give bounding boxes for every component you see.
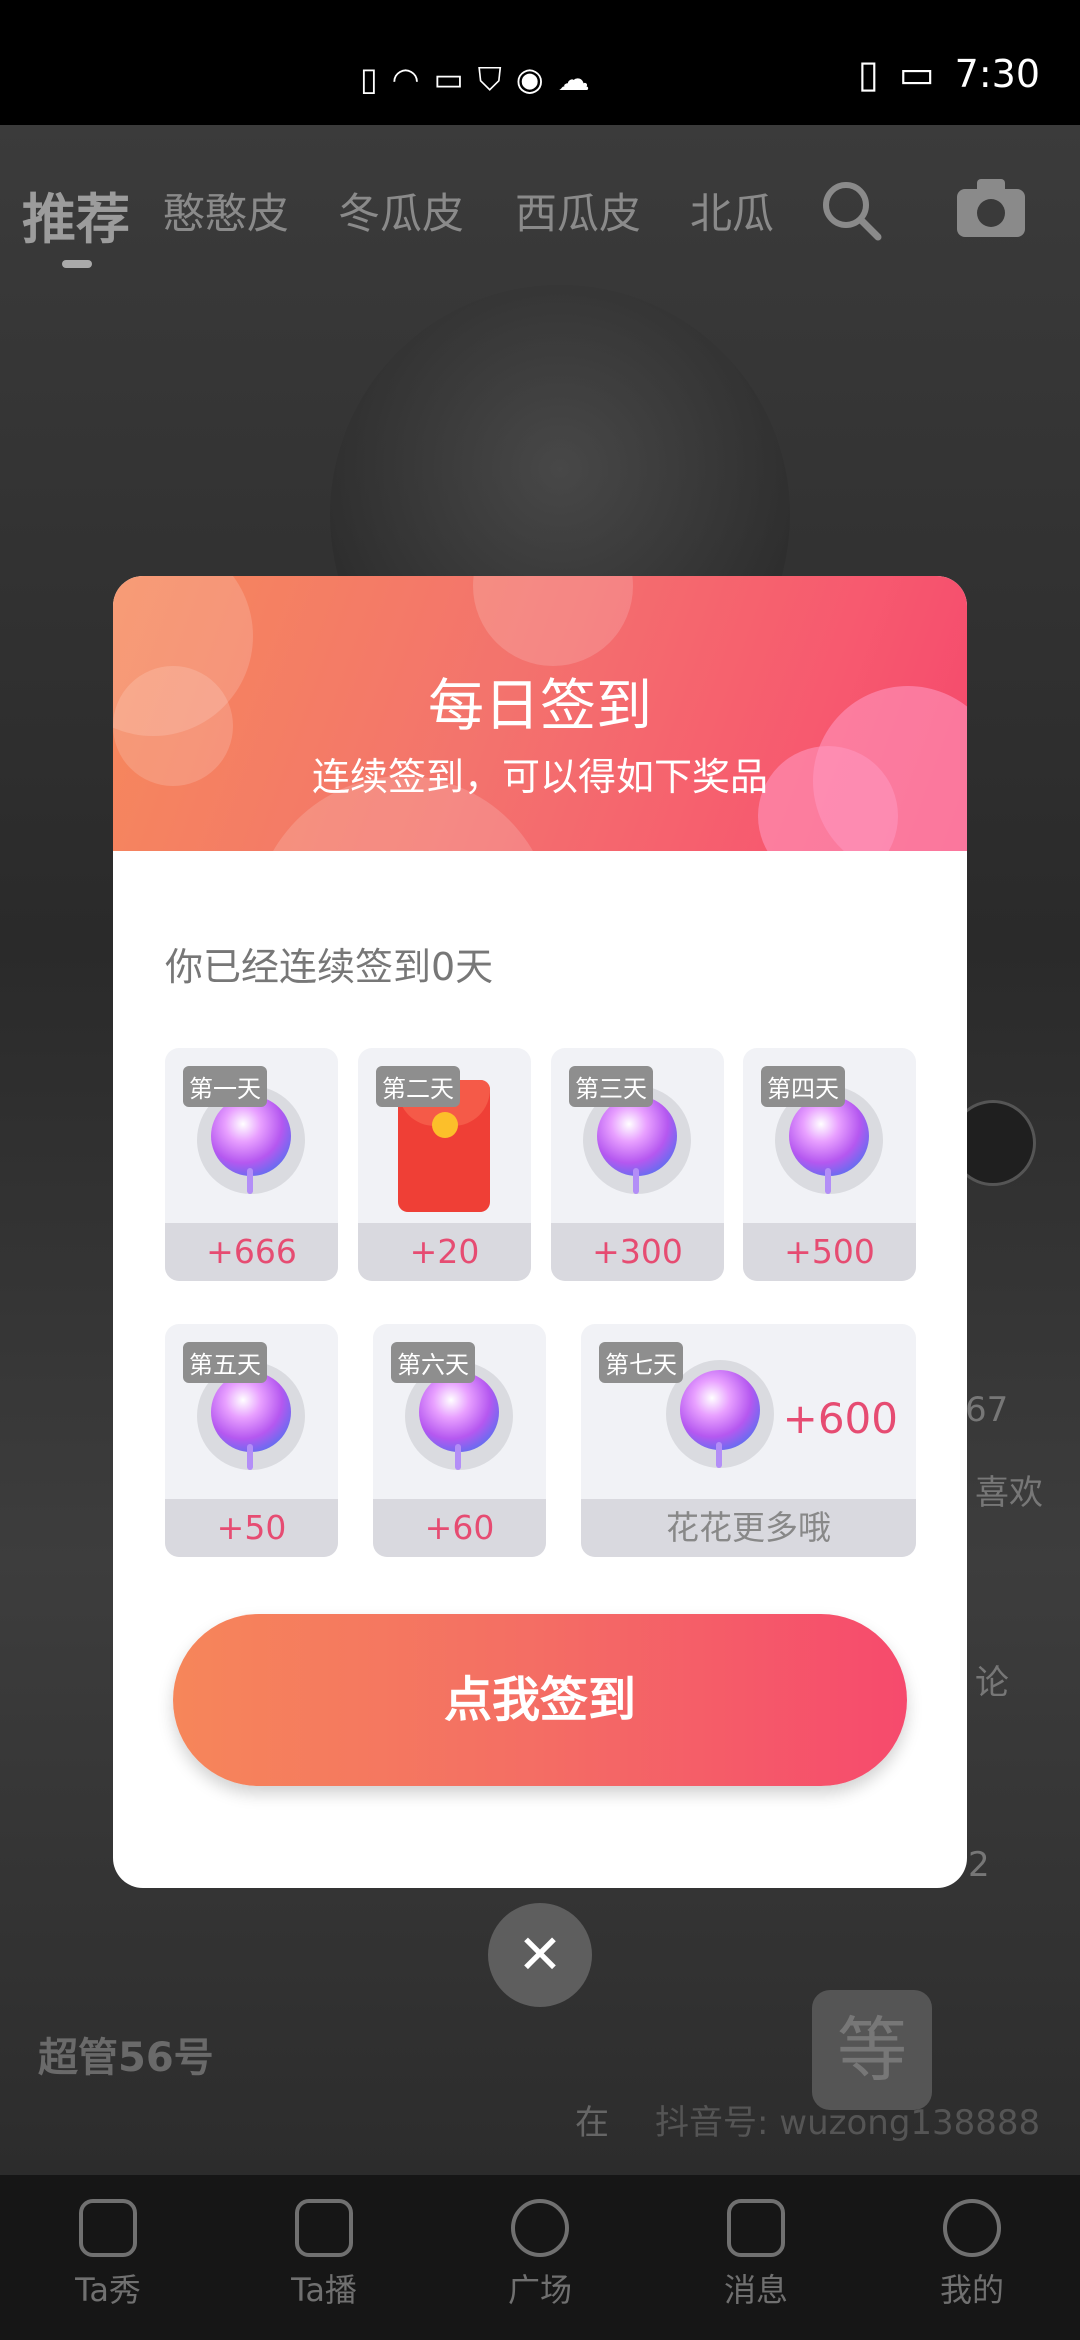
- day-label: 第三天: [569, 1066, 653, 1107]
- dialog-subtitle: 连续签到，可以得如下奖品: [311, 755, 768, 799]
- shield-icon: ⛉: [477, 60, 502, 98]
- tab-indicator: [62, 260, 92, 268]
- share-count: 2: [968, 1845, 990, 1885]
- close-icon[interactable]: ✕: [488, 1903, 592, 2007]
- day-label: 第五天: [183, 1342, 267, 1383]
- tab-xiguapi[interactable]: 西瓜皮: [515, 180, 641, 241]
- daily-checkin-dialog: 每日签到 连续签到，可以得如下奖品 你已经连续签到0天 第一天 +666 第二天…: [113, 576, 967, 1888]
- day-label: 第二天: [376, 1066, 460, 1107]
- day-label: 第一天: [183, 1066, 267, 1107]
- decor-cloud: [473, 576, 633, 666]
- profile-icon: [943, 2199, 1001, 2257]
- reward-card-day6: 第六天 +60: [373, 1324, 546, 1557]
- reward-amount: +600: [782, 1394, 898, 1443]
- dialog-title: 每日签到: [428, 674, 652, 739]
- day-label: 第七天: [599, 1342, 683, 1383]
- plaza-icon: [511, 2199, 569, 2257]
- reward-card-day4: 第四天 +500: [743, 1048, 916, 1281]
- comment-label: 论: [975, 1663, 1009, 1703]
- tab-dongguapi[interactable]: 冬瓜皮: [338, 180, 464, 241]
- likes-count: 67: [965, 1390, 1009, 1430]
- nav-ta-show[interactable]: Ta秀: [0, 2175, 216, 2340]
- camera-icon[interactable]: [955, 177, 1027, 243]
- dialog-header: 每日签到 连续签到，可以得如下奖品: [113, 576, 967, 851]
- reward-footer: 花花更多哦: [581, 1499, 916, 1557]
- reward-amount: +500: [743, 1223, 916, 1281]
- live-icon: [295, 2199, 353, 2257]
- streak-text: 你已经连续签到0天: [165, 945, 494, 989]
- reward-card-day5: 第五天 +50: [165, 1324, 338, 1557]
- reward-amount: +300: [551, 1223, 724, 1281]
- reward-amount: +50: [165, 1499, 338, 1557]
- reward-card-day2: 第二天 +20: [358, 1048, 531, 1281]
- vibrate-icon: ▯: [857, 52, 879, 96]
- message-icon: [727, 2199, 785, 2257]
- heart-icon: [79, 2199, 137, 2257]
- tab-beigua[interactable]: 北瓜: [690, 180, 774, 241]
- status-icons: ▯ ◠ ▭ ⛉ ◉ ☁: [360, 60, 590, 99]
- status-time: 7:30: [954, 52, 1040, 96]
- cloud-icon: ☁: [557, 60, 590, 98]
- like-label: 喜欢: [975, 1473, 1043, 1513]
- browser-icon: ◉: [515, 60, 544, 98]
- nav-ta-live[interactable]: Ta播: [216, 2175, 432, 2340]
- day-label: 第六天: [391, 1342, 475, 1383]
- reward-amount: +60: [373, 1499, 546, 1557]
- tab-hanhanpi[interactable]: 憨憨皮: [163, 180, 289, 241]
- top-nav: 推荐 憨憨皮 冬瓜皮 西瓜皮 北瓜: [0, 165, 1080, 268]
- caption-text: 在: [575, 2103, 609, 2143]
- nav-messages[interactable]: 消息: [648, 2175, 864, 2340]
- huawei-icon: ▭: [433, 60, 464, 98]
- username[interactable]: 超管56号: [38, 2025, 214, 2083]
- search-icon[interactable]: [818, 177, 884, 247]
- reward-card-day1: 第一天 +666: [165, 1048, 338, 1281]
- status-bar: ▯ ◠ ▭ ⛉ ◉ ☁ ▯ ▭ 7:30: [0, 0, 1080, 125]
- brand-logo: 等: [812, 1990, 932, 2110]
- nav-plaza[interactable]: 广场: [432, 2175, 648, 2340]
- bottom-nav: Ta秀 Ta播 广场 消息 我的: [0, 2175, 1080, 2340]
- nav-profile[interactable]: 我的: [864, 2175, 1080, 2340]
- reward-card-day7: 第七天 +600 花花更多哦: [581, 1324, 916, 1557]
- reward-amount: +666: [165, 1223, 338, 1281]
- sign-in-button[interactable]: 点我签到: [173, 1614, 907, 1786]
- sim-alert-icon: ▯: [360, 60, 378, 98]
- reward-amount: +20: [358, 1223, 531, 1281]
- day-label: 第四天: [761, 1066, 845, 1107]
- tab-recommend[interactable]: 推荐: [22, 175, 130, 254]
- wifi-icon: ◠: [391, 60, 420, 98]
- reward-card-day3: 第三天 +300: [551, 1048, 724, 1281]
- battery-charging-icon: ▭: [898, 52, 935, 96]
